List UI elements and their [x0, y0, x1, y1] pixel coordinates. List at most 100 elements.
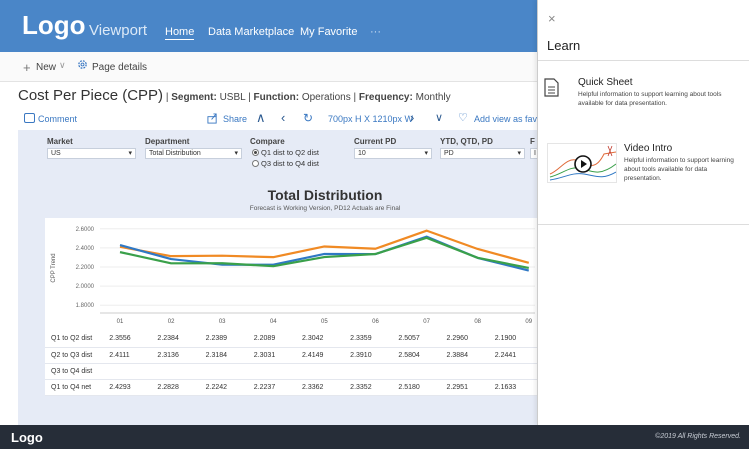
- table-cell: 2.3556: [103, 331, 152, 348]
- series-line-2: [119, 236, 529, 270]
- frequency-label: Frequency:: [358, 92, 413, 103]
- market-select[interactable]: US ▾: [47, 148, 136, 159]
- table-cell: [344, 363, 393, 380]
- row-label: Q1 to Q2 dist: [45, 331, 104, 348]
- nav-more-button[interactable]: ···: [370, 26, 381, 38]
- function-value: Operations: [301, 92, 351, 103]
- refresh-icon[interactable]: ↻: [303, 111, 313, 125]
- compare-option-label: Q3 dist to Q4 dist: [261, 159, 319, 168]
- add-favorite-button[interactable]: Add view as favorite: [474, 114, 537, 124]
- chevron-down-icon[interactable]: ∨: [435, 111, 443, 124]
- page-toolbar: + New ∨ Page details: [0, 52, 537, 82]
- ytd-value: PD: [444, 150, 454, 157]
- extra-filter-label: F: [530, 137, 535, 146]
- chevron-up-icon[interactable]: ∧: [256, 110, 266, 126]
- ytd-select[interactable]: PD ▾: [440, 148, 525, 159]
- row-label: Q1 to Q4 net: [45, 379, 104, 396]
- x-tick-label: 04: [270, 319, 277, 325]
- department-select[interactable]: Total Distribution ▾: [145, 148, 242, 159]
- caret-down-icon: ▾: [128, 150, 132, 157]
- table-row: Q3 to Q4 dist: [45, 363, 537, 380]
- extra-filter-select[interactable]: I: [530, 148, 537, 159]
- table-cell: 2.5804: [392, 347, 441, 364]
- table-cell: 2.3362: [295, 379, 345, 396]
- chevron-down-icon[interactable]: ∨: [59, 60, 66, 71]
- gear-icon[interactable]: [77, 59, 88, 70]
- logo[interactable]: Logo: [22, 10, 86, 41]
- comment-icon[interactable]: [24, 113, 35, 123]
- y-tick-label: 2.0000: [76, 284, 95, 290]
- current-pd-select[interactable]: 10 ▾: [354, 148, 432, 159]
- table-cell: 2.2828: [151, 379, 200, 396]
- page-details-button[interactable]: Page details: [92, 62, 147, 73]
- frequency-value: Monthly: [415, 92, 451, 103]
- panel-title: Learn: [547, 38, 581, 53]
- table-cell: [440, 363, 489, 380]
- caret-down-icon: ▾: [234, 150, 238, 157]
- table-cell: 2.3184: [199, 347, 248, 364]
- view-size-label[interactable]: 700px H X 1210px W: [328, 114, 413, 124]
- share-icon[interactable]: [207, 113, 218, 124]
- app-name: Viewport: [89, 22, 148, 39]
- x-tick-label: 06: [372, 319, 379, 325]
- video-intro-description: Helpful information to support learning …: [624, 157, 734, 182]
- table-cell: 2.5180: [392, 379, 441, 396]
- video-intro-link[interactable]: Video Intro: [624, 143, 672, 154]
- x-tick-label: 01: [117, 319, 124, 325]
- x-tick-label: 02: [168, 319, 175, 325]
- footer: Logo ©2019 All Rights Reserved.: [0, 425, 749, 449]
- chevron-left-icon[interactable]: ‹: [281, 110, 285, 125]
- table-row: Q2 to Q3 dist 2.4111 2.3136 2.3184 2.3031 2.4…: [45, 347, 537, 364]
- table-cell: [199, 363, 248, 380]
- market-value: US: [51, 150, 61, 157]
- quick-sheet-link[interactable]: Quick Sheet: [578, 77, 632, 88]
- y-tick-label: 2.6000: [76, 227, 95, 233]
- x-tick-label: 09: [525, 319, 532, 325]
- nav-my-favorite[interactable]: My Favorite: [300, 26, 357, 38]
- share-button[interactable]: Share: [223, 114, 247, 124]
- table-cell: [488, 363, 537, 380]
- table-cell: [103, 363, 152, 380]
- compare-option-1[interactable]: Q1 dist to Q2 dist: [252, 148, 319, 157]
- divider: [538, 224, 749, 225]
- compare-label: Compare: [250, 137, 285, 146]
- page-title: Cost Per Piece (CPP) | Segment: USBL | F…: [18, 87, 538, 104]
- play-icon[interactable]: [574, 155, 592, 173]
- table-cell: [295, 363, 345, 380]
- market-label: Market: [47, 137, 73, 146]
- compare-option-2[interactable]: Q3 dist to Q4 dist: [252, 159, 319, 168]
- new-button[interactable]: New: [36, 62, 56, 73]
- radio-selected[interactable]: [252, 149, 259, 156]
- nav-data-marketplace[interactable]: Data Marketplace: [208, 26, 294, 38]
- table-cell: 2.4111: [103, 347, 152, 364]
- table-cell: [392, 363, 441, 380]
- table-cell: [247, 363, 296, 380]
- segment-value: USBL: [219, 92, 246, 103]
- compare-option-label: Q1 dist to Q2 dist: [261, 148, 319, 157]
- plus-icon[interactable]: +: [23, 60, 31, 75]
- table-cell: 2.2960: [440, 331, 489, 348]
- y-tick-label: 1.8000: [76, 303, 95, 309]
- copyright-text: ©2019 All Rights Reserved.: [655, 433, 741, 440]
- table-cell: [151, 363, 200, 380]
- table-cell: 2.3352: [344, 379, 393, 396]
- chart-subtitle: Forecast is Working Version, PD12 Actual…: [249, 205, 401, 212]
- table-cell: 2.3884: [440, 347, 489, 364]
- comment-button[interactable]: Comment: [38, 114, 77, 124]
- table-row: Q1 to Q2 dist 2.3556 2.2384 2.2389 2.2089 2.3…: [45, 331, 537, 348]
- table-cell: 2.3136: [151, 347, 200, 364]
- document-icon[interactable]: [544, 78, 559, 97]
- segment-label: Segment:: [171, 92, 217, 103]
- heart-icon[interactable]: ♡: [458, 111, 468, 124]
- data-table: Q1 to Q2 dist 2.3556 2.2384 2.2389 2.2089 2.3…: [45, 331, 537, 396]
- chevron-right-icon[interactable]: ›: [410, 110, 414, 125]
- radio-unselected[interactable]: [252, 160, 259, 167]
- y-tick-label: 2.2000: [76, 265, 95, 271]
- table-cell: 2.3042: [295, 331, 345, 348]
- video-thumbnail[interactable]: [547, 143, 617, 183]
- row-label: Q2 to Q3 dist: [45, 347, 104, 364]
- close-icon[interactable]: ×: [548, 11, 556, 26]
- x-tick-label: 03: [219, 319, 226, 325]
- nav-home[interactable]: Home: [165, 26, 195, 40]
- line-chart: CPP Trend 2.6000 2.4000 2.2000 2.0000 1.8000 0…: [45, 218, 537, 331]
